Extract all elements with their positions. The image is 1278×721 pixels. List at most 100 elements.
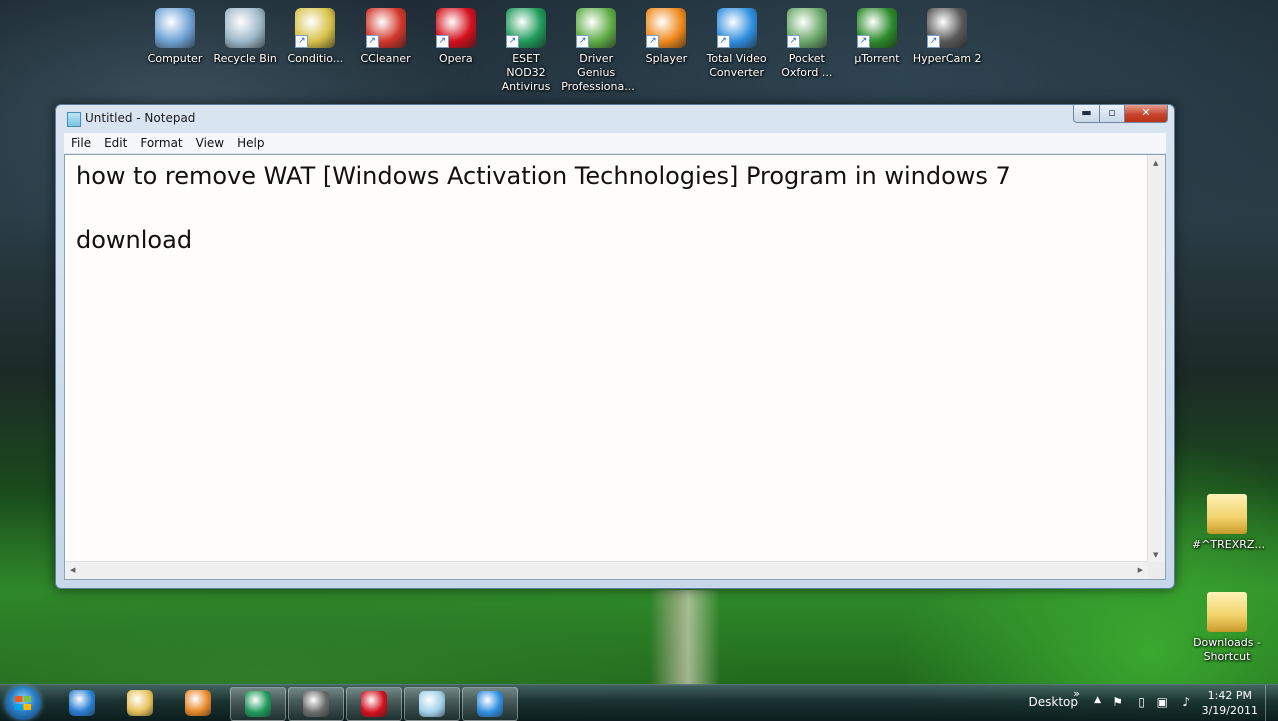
desktop-icon-label: CCleaner [360, 52, 411, 65]
hypercam-icon: ↗ [927, 8, 968, 48]
notepad-window[interactable]: Untitled - Notepad ▬ ▫ ✕ File Edit Forma… [55, 104, 1175, 589]
shortcut-arrow-icon: ↗ [506, 35, 519, 48]
title-bar[interactable]: Untitled - Notepad ▬ ▫ ✕ [56, 105, 1174, 131]
utorrent-icon: ↗ [857, 8, 897, 48]
close-button[interactable]: ✕ [1125, 105, 1168, 123]
desktop-icon[interactable]: ↗ ESET NOD32 Antivirus [491, 8, 561, 94]
desktop-icon[interactable]: ↗ CCleaner [351, 8, 421, 66]
desktop-icon[interactable]: ↗ HyperCam 2 [912, 8, 982, 66]
taskbar-button[interactable] [171, 687, 225, 719]
menu-view[interactable]: View [189, 133, 230, 153]
desktop-icon-label: Computer [147, 52, 203, 65]
desktop-icon-label: Recycle Bin [213, 52, 277, 65]
notepad-icon[interactable] [67, 112, 81, 127]
desktop-icon-label: Total Video Converter [706, 52, 767, 79]
menu-bar: File Edit Format View Help [64, 133, 1166, 153]
start-button[interactable] [5, 686, 41, 720]
shortcut-arrow-icon: ↗ [786, 35, 800, 48]
desktop-icon[interactable]: Recycle Bin [210, 8, 280, 66]
file-explorer-icon [127, 690, 153, 716]
desktop-icon-label: Pocket Oxford ... [781, 52, 833, 79]
text-editor[interactable]: how to remove WAT [Windows Activation Te… [64, 154, 1166, 580]
splayer-icon: ↗ [646, 8, 687, 48]
desktop-icon-label: µTorrent [854, 52, 900, 65]
volume-icon[interactable]: ♪ [1182, 695, 1190, 709]
recycle-bin-icon [225, 8, 266, 48]
opera-icon: ↗ [435, 8, 476, 48]
total-video-converter-taskbar-icon [477, 691, 503, 717]
shortcut-arrow-icon: ↗ [435, 35, 449, 48]
clock-date: 3/19/2011 [1201, 704, 1258, 717]
desktop-icon-label: Splayer [645, 52, 688, 65]
total-video-converter-icon: ↗ [716, 8, 757, 48]
shortcut-arrow-icon: ↗ [927, 35, 941, 48]
menu-file[interactable]: File [64, 133, 97, 153]
scroll-right-icon[interactable]: ▶ [1138, 566, 1143, 574]
taskbar: Desktop » ▲ ⚑ ▯ ▣ ♪ 1:42 PM 3/19/2011 [0, 684, 1278, 721]
desktop-icon[interactable]: #^TREXRZ... [1192, 494, 1265, 552]
computer-icon [155, 8, 195, 48]
horizontal-scrollbar[interactable]: ◀ ▶ [65, 561, 1148, 579]
wallpaper-road [650, 590, 720, 686]
clock-time: 1:42 PM [1207, 689, 1252, 702]
minimize-button[interactable]: ▬ [1073, 105, 1100, 123]
taskbar-button[interactable] [462, 687, 518, 721]
counter-strike-icon: ↗ [295, 8, 336, 48]
media-player-icon [185, 690, 211, 716]
taskbar-button[interactable] [230, 687, 286, 721]
toolbar-chevron-icon[interactable]: » [1073, 687, 1080, 700]
ccleaner-icon: ↗ [365, 8, 406, 48]
menu-help[interactable]: Help [230, 133, 270, 153]
eset-taskbar-icon [245, 691, 271, 717]
desktop-toolbar-label[interactable]: Desktop [1029, 695, 1079, 709]
downloads-folder-icon [1207, 592, 1247, 632]
shortcut-arrow-icon: ↗ [295, 35, 309, 48]
show-hidden-icons-button[interactable]: ▲ [1094, 695, 1101, 705]
clock[interactable]: 1:42 PM 3/19/2011 [1202, 688, 1258, 718]
notepad-taskbar-icon [419, 691, 445, 717]
shortcut-arrow-icon: ↗ [716, 35, 730, 48]
desktop-icon[interactable]: ↗ Splayer [631, 8, 701, 66]
caption-buttons: ▬ ▫ ✕ [1073, 105, 1168, 123]
scroll-left-icon[interactable]: ◀ [70, 566, 75, 574]
desktop-icon-label: HyperCam 2 [912, 52, 982, 65]
show-desktop-button[interactable] [1265, 685, 1278, 721]
hypercam-taskbar-icon [303, 691, 329, 717]
size-grip[interactable] [1148, 562, 1165, 579]
desktop-icon[interactable]: ↗ Total Video Converter [702, 8, 772, 80]
editor-text[interactable]: how to remove WAT [Windows Activation Te… [76, 160, 1011, 256]
shortcut-arrow-icon: ↗ [365, 35, 379, 48]
desktop-icon-label: Driver Genius Professiona... [561, 52, 635, 93]
taskbar-button[interactable] [288, 687, 344, 721]
desktop-icon[interactable]: ↗ Conditio... [280, 8, 350, 66]
scroll-up-icon[interactable]: ▲ [1153, 159, 1158, 167]
desktop-icon[interactable]: ↗ Pocket Oxford ... [772, 8, 842, 80]
desktop-icon-label: #^TREXRZ... [1192, 538, 1265, 551]
battery-icon[interactable]: ▯ [1138, 695, 1145, 709]
desktop-icon-label: ESET NOD32 Antivirus [501, 52, 551, 93]
desktop-icon[interactable]: Computer [140, 8, 210, 66]
driver-genius-icon: ↗ [576, 8, 617, 48]
menu-format[interactable]: Format [133, 133, 188, 153]
windows-logo-icon [15, 696, 31, 710]
taskbar-button[interactable] [404, 687, 460, 721]
shortcut-arrow-icon: ↗ [646, 35, 660, 48]
scroll-down-icon[interactable]: ▼ [1153, 551, 1158, 559]
action-center-icon[interactable]: ⚑ [1112, 695, 1123, 709]
vertical-scrollbar[interactable]: ▲ ▼ [1147, 155, 1165, 562]
shortcut-arrow-icon: ↗ [576, 35, 590, 48]
desktop-icon[interactable]: ↗ Opera [421, 8, 491, 66]
desktop-icon-label: Conditio... [287, 52, 344, 65]
pocket-oxford-icon: ↗ [786, 8, 827, 48]
taskbar-button[interactable] [346, 687, 402, 721]
taskbar-button[interactable] [113, 687, 167, 719]
desktop-icon[interactable]: ↗ µTorrent [842, 8, 912, 66]
network-icon[interactable]: ▣ [1157, 695, 1168, 709]
desktop-icon[interactable]: Downloads - Shortcut [1192, 592, 1262, 664]
shortcut-arrow-icon: ↗ [857, 35, 870, 48]
internet-explorer-icon [69, 690, 95, 716]
maximize-button[interactable]: ▫ [1100, 105, 1125, 123]
desktop-icon[interactable]: ↗ Driver Genius Professiona... [561, 8, 635, 94]
menu-edit[interactable]: Edit [97, 133, 133, 153]
taskbar-button[interactable] [55, 687, 109, 719]
